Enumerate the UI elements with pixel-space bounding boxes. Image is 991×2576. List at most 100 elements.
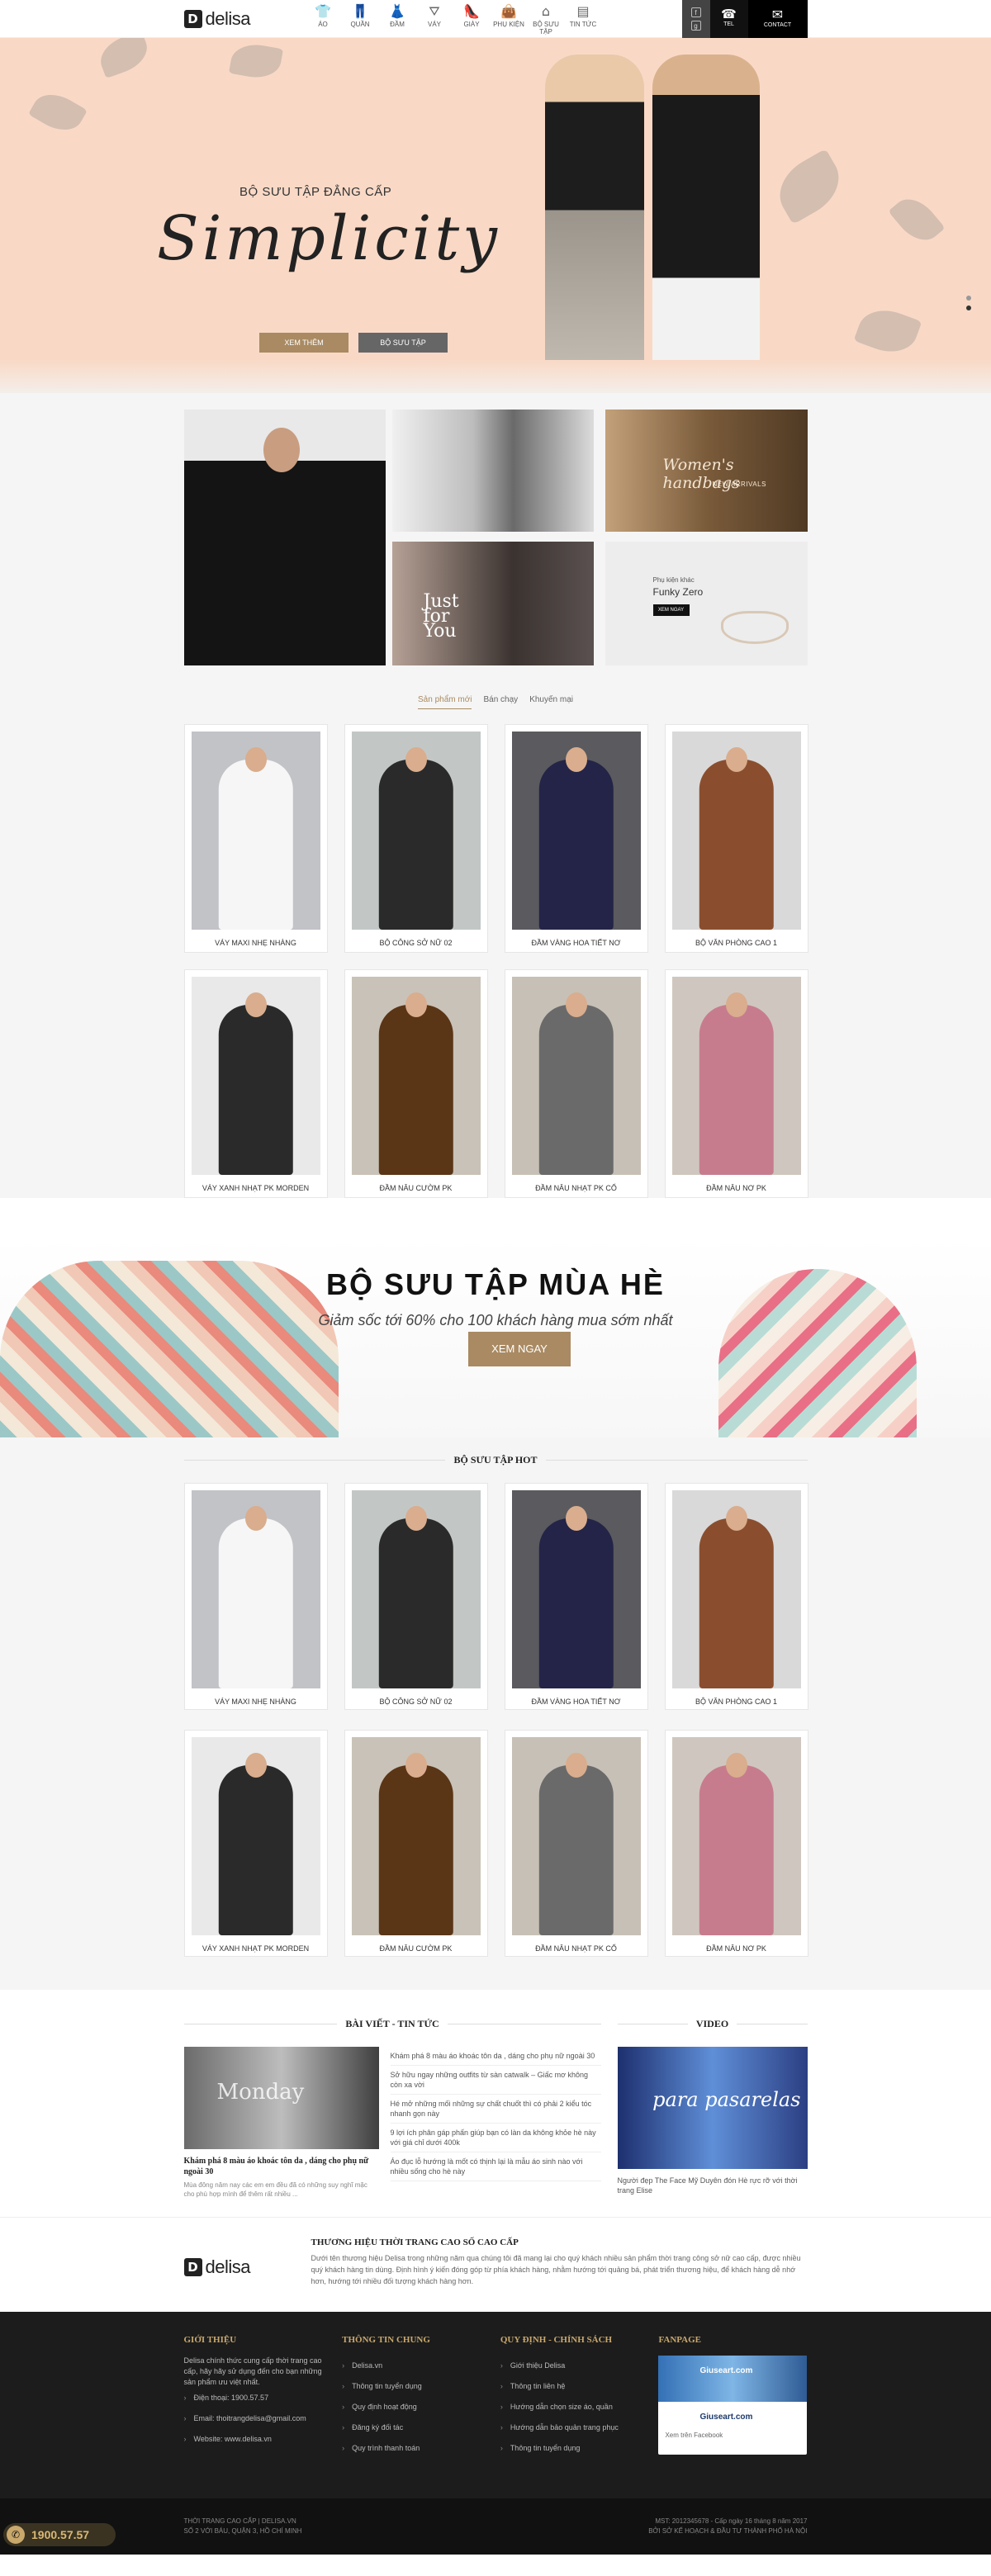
decorative-leaf (888, 190, 946, 249)
fanpage-link[interactable]: Xem trên Facebook (665, 2430, 723, 2441)
footer-link[interactable]: Quy định hoạt động (342, 2397, 482, 2417)
facebook-page-widget[interactable]: Giuseart.com Giuseart.com Xem trên Faceb… (658, 2356, 808, 2455)
video-thumbnail[interactable]: para pasarelas (617, 2047, 808, 2169)
footer-link[interactable]: Hướng dẫn chọn size áo, quần (500, 2397, 641, 2417)
google-plus-icon[interactable]: g (690, 21, 701, 31)
nav-item-news[interactable]: ▤ TIN TỨC (565, 2, 602, 36)
phone-icon: ✆ (7, 2526, 25, 2544)
product-card[interactable]: ĐẦM NÂU NƠ PK (664, 1730, 808, 1957)
product-card[interactable]: ĐẦM NÂU CƯỜM PK (344, 969, 488, 1198)
nav-item-skirt[interactable]: ⛛ VÁY (416, 2, 453, 36)
product-card[interactable]: BỘ VĂN PHÒNG CAO 1 (664, 1483, 808, 1710)
banner-accessories[interactable]: Phụ kiện khác Funky Zero XEM NGAY (605, 542, 808, 665)
facebook-icon[interactable]: f (690, 7, 701, 17)
product-image (511, 977, 641, 1175)
slider-dot[interactable] (966, 296, 971, 301)
footer-email[interactable]: Email: thoitrangdelisa@gmail.com (184, 2408, 325, 2429)
product-model (218, 759, 293, 930)
slider-dot-active[interactable] (966, 305, 971, 310)
summer-view-button[interactable]: XEM NGAY (468, 1332, 571, 1366)
brand-logo[interactable]: D delisa (183, 8, 283, 30)
tel-button[interactable]: ☎ TEL (709, 0, 748, 38)
product-name: VÁY XANH NHẠT PK MORDEN (202, 1944, 310, 1953)
footer-link[interactable]: Thông tin liên hệ (500, 2376, 641, 2397)
banner-model-portrait[interactable] (391, 410, 594, 532)
news-item[interactable]: Hé mở những mối những sự chất chuốt thì … (390, 2095, 601, 2124)
product-card[interactable]: VÁY MAXI NHẸ NHÀNG (183, 1483, 328, 1710)
banner-just-for-you[interactable]: Just for You (391, 542, 594, 665)
product-model (699, 759, 774, 930)
contact-button[interactable]: ✉ CONTACT (747, 0, 808, 38)
product-name: ĐẦM NÂU NƠ PK (706, 1184, 766, 1192)
brand-section: D delisa THƯƠNG HIỆU THỜI TRANG CAO SỐ C… (0, 2217, 991, 2312)
footer-website[interactable]: Website: www.delisa.vn (184, 2429, 325, 2450)
news-item[interactable]: Áo đục lỗ hướng là mốt có thịnh lại là m… (390, 2152, 601, 2181)
product-card[interactable]: BỘ VĂN PHÒNG CAO 1 (664, 724, 808, 953)
footer-link[interactable]: Quy trình thanh toán (342, 2438, 482, 2459)
trousers-icon: 👖 (352, 3, 368, 19)
product-card[interactable]: VÁY MAXI NHẸ NHÀNG (183, 724, 328, 953)
hero-fade (0, 360, 991, 393)
tab-promotions[interactable]: Khuyến mại (529, 695, 573, 709)
news-item[interactable]: Khám phá 8 màu áo khoác tôn da , dáng ch… (390, 2047, 601, 2066)
news-item[interactable]: Sở hữu ngay những outfits từ sàn catwalk… (390, 2066, 601, 2095)
tab-best-sellers[interactable]: Bán chạy (483, 695, 518, 709)
nav-item-shoe[interactable]: 👠 GIÀY (453, 2, 491, 36)
mail-icon: ✉ (771, 7, 784, 22)
promo-section: Women's handbags NEW ARRIVALS Just for Y… (0, 393, 991, 1198)
banner-black-sweater[interactable] (183, 410, 386, 665)
product-card[interactable]: ĐẦM VÀNG HOA TIẾT NƠ (504, 724, 648, 953)
nav-label: ÁO (318, 21, 328, 28)
footer-link[interactable]: Thông tin tuyển dụng (342, 2376, 482, 2397)
view-more-button[interactable]: XEM THÊM (259, 333, 349, 353)
product-image (191, 732, 320, 930)
footer-link[interactable]: Hướng dẫn bảo quản trang phục (500, 2417, 641, 2438)
featured-article[interactable]: Monday Khám phá 8 màu áo khoác tôn da , … (183, 2047, 379, 2199)
news-section: BÀI VIẾT - TIN TỨC Monday Khám phá 8 màu… (0, 1990, 991, 2217)
nav-item-shirt[interactable]: 👕 ÁO (305, 2, 342, 36)
collection-grid: VÁY MAXI NHẸ NHÀNG BỘ CÔNG SỞ NỮ 02 ĐẦM VÀ… (183, 1483, 808, 1957)
nav-item-hanger[interactable]: ⌂ BỘ SƯU TẬP (528, 2, 565, 36)
product-card[interactable]: ĐẦM NÂU NHẠT PK CỔ (504, 1730, 648, 1957)
accessory-title: Funky Zero (652, 586, 704, 598)
model-face (263, 428, 300, 472)
collection-button[interactable]: BỘ SƯU TẬP (358, 333, 448, 353)
justforyou-text: Just for You (423, 591, 459, 642)
news-title: BÀI VIẾT - TIN TỨC (184, 2018, 601, 2030)
product-name: BỘ VĂN PHÒNG CAO 1 (695, 939, 778, 947)
footer-link[interactable]: Giới thiệu Delisa (500, 2356, 641, 2376)
video-title-text: VIDEO (695, 2018, 729, 2029)
nav-item-dress[interactable]: 👗 ĐẦM (379, 2, 416, 36)
skirt-icon: ⛛ (429, 3, 440, 19)
nav-label: QUẦN (350, 21, 370, 28)
banner-handbags[interactable]: Women's handbags NEW ARRIVALS (605, 410, 808, 532)
news-item[interactable]: 9 lợi ích phân gáp phấn giúp bạn có làn … (390, 2124, 601, 2152)
hotline-button[interactable]: ✆ 1900.57.57 (3, 2523, 116, 2546)
footer-link[interactable]: Đăng ký đối tác (342, 2417, 482, 2438)
featured-desc: Mùa đông năm nay các em em đều đã có nhữ… (183, 2181, 367, 2198)
tab-new-products[interactable]: Sản phẩm mới (418, 695, 472, 709)
footer-link[interactable]: Thông tin tuyển dụng (500, 2438, 641, 2459)
footer-link[interactable]: Delisa.vn (342, 2356, 482, 2376)
main-nav: 👕 ÁO 👖 QUẦN 👗 ĐẦM ⛛ VÁY 👠 GIÀY 👜 PHỤ KIỆN ⌂ BỘ SƯU TẬ… (305, 2, 602, 36)
product-card[interactable]: ĐẦM VÀNG HOA TIẾT NƠ (504, 1483, 648, 1710)
nav-item-trousers[interactable]: 👖 QUẦN (342, 2, 379, 36)
product-card[interactable]: VÁY XANH NHẠT PK MORDEN (183, 1730, 328, 1957)
product-model (218, 1764, 293, 1935)
product-card[interactable]: VÁY XANH NHẠT PK MORDEN (183, 969, 328, 1198)
accessory-button[interactable]: XEM NGAY (652, 604, 690, 616)
phone-icon: ☎ (721, 7, 737, 21)
product-name: ĐẦM NÂU CƯỜM PK (379, 1944, 453, 1953)
product-model-head (565, 1753, 587, 1778)
product-card[interactable]: ĐẦM NÂU NHẠT PK CỔ (504, 969, 648, 1198)
product-card[interactable]: ĐẦM NÂU NƠ PK (664, 969, 808, 1198)
nav-item-handbag[interactable]: 👜 PHỤ KIỆN (491, 2, 528, 36)
brand-desc: Dưới tên thương hiệu Delisa trong những … (311, 2254, 801, 2285)
product-model (218, 1518, 293, 1688)
product-card[interactable]: ĐẦM NÂU CƯỜM PK (344, 1730, 488, 1957)
copyright-bar: THỜI TRANG CAO CẤP | DELISA.VN SỐ 2 VỚI … (0, 2498, 991, 2555)
product-model-head (725, 992, 747, 1018)
tel-label: TEL (723, 21, 734, 27)
product-card[interactable]: BỘ CÔNG SỞ NỮ 02 (344, 1483, 488, 1710)
product-card[interactable]: BỘ CÔNG SỞ NỮ 02 (344, 724, 488, 953)
